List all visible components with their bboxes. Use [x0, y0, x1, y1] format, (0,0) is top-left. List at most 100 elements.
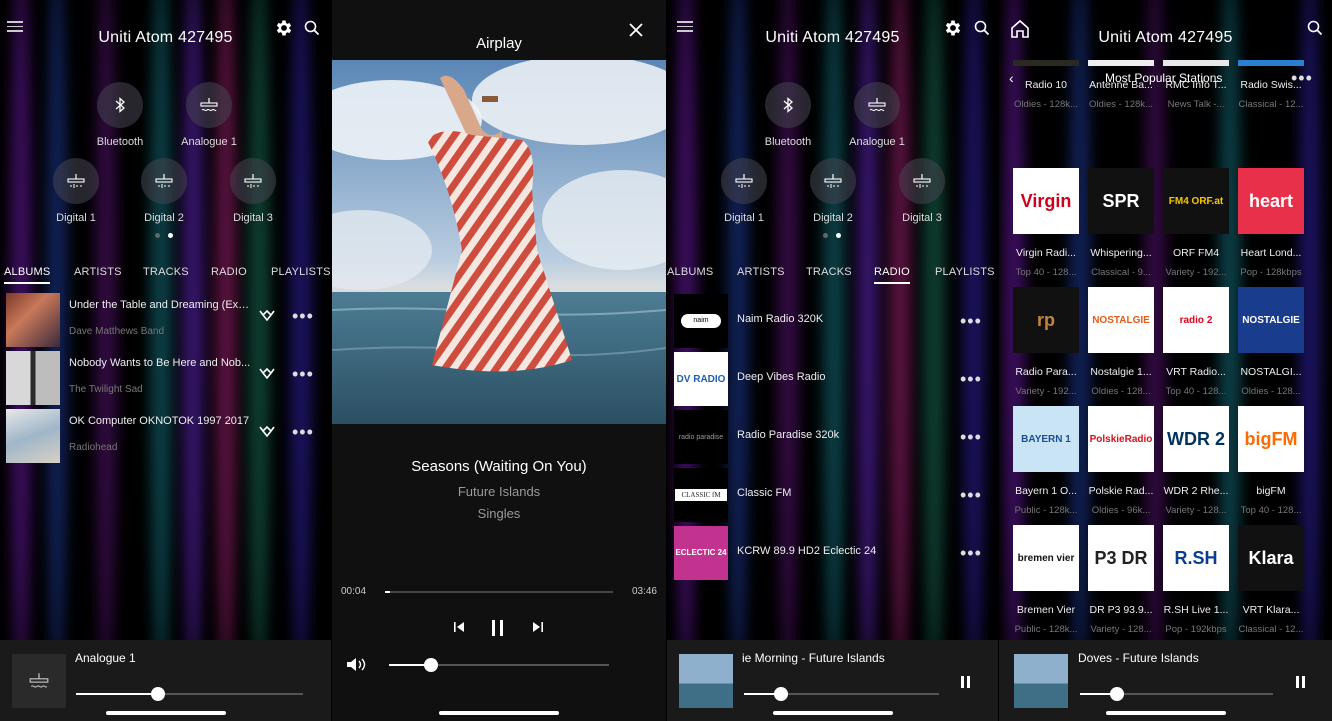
- station-genre: Oldies - 96k...: [1091, 505, 1151, 516]
- search-icon[interactable]: [974, 20, 990, 36]
- station-genre: Classical - 12...: [1238, 624, 1304, 635]
- more-options-icon[interactable]: •••: [960, 544, 982, 562]
- station-tile[interactable]: P3 DR DR P3 93.9... Variety - 128...: [1088, 525, 1154, 635]
- source-label: Digital 3: [902, 212, 942, 224]
- station-logo: bremen vier: [1013, 525, 1079, 591]
- source-analogue-1[interactable]: Analogue 1: [837, 82, 917, 148]
- next-icon[interactable]: [532, 621, 544, 633]
- station-tile[interactable]: bigFM bigFM Top 40 - 128...: [1238, 406, 1304, 516]
- tab-playlists[interactable]: PLAYLISTS: [271, 266, 331, 278]
- radio-grid-panel: Uniti Atom 427495 Radio 10 Oldies - 128k.…: [999, 0, 1332, 721]
- station-name: Bayern 1 O...: [1015, 485, 1077, 497]
- search-icon[interactable]: [1307, 20, 1323, 36]
- pause-icon[interactable]: [1296, 676, 1306, 688]
- previous-icon[interactable]: [453, 621, 465, 633]
- hires-icon: [259, 425, 275, 437]
- source-digital-2[interactable]: Digital 2: [793, 158, 873, 224]
- source-bluetooth[interactable]: Bluetooth: [748, 82, 828, 148]
- source-label: Digital 2: [813, 212, 853, 224]
- album-row[interactable]: Nobody Wants to Be Here and Nob... The T…: [0, 351, 331, 407]
- hires-icon: [259, 309, 275, 321]
- volume-slider[interactable]: [744, 687, 939, 701]
- more-options-icon[interactable]: •••: [960, 428, 982, 446]
- more-options-icon[interactable]: •••: [292, 365, 314, 383]
- gear-icon[interactable]: [943, 18, 963, 38]
- airplay-panel: Airplay Seasons (Waiting On You) Future …: [332, 0, 666, 721]
- more-options-icon[interactable]: •••: [960, 370, 982, 388]
- source-bluetooth[interactable]: Bluetooth: [80, 82, 160, 148]
- station-tile[interactable]: SPR Whispering... Classical - 9...: [1088, 168, 1154, 278]
- source-digital-2[interactable]: Digital 2: [124, 158, 204, 224]
- station-tile[interactable]: R.SH R.SH Live 1... Pop - 192kbps: [1163, 525, 1229, 635]
- now-playing-bar[interactable]: Doves - Future Islands: [999, 640, 1332, 721]
- tab-tracks[interactable]: TRACKS: [806, 266, 852, 278]
- now-playing-bar[interactable]: ie Morning - Future Islands: [667, 640, 998, 721]
- station-tile[interactable]: PolskieRadio Polskie Rad... Oldies - 96k..…: [1088, 406, 1154, 516]
- more-options-icon[interactable]: •••: [292, 307, 314, 325]
- station-tile[interactable]: heart Heart Lond... Pop - 128kbps: [1238, 168, 1304, 278]
- source-digital-1[interactable]: Digital 1: [36, 158, 116, 224]
- station-logo: FM4 ORF.at: [1163, 168, 1229, 234]
- source-digital-3[interactable]: Digital 3: [213, 158, 293, 224]
- back-icon[interactable]: ‹: [1009, 70, 1014, 86]
- station-tile[interactable]: WDR 2 WDR 2 Rhe... Variety - 128...: [1163, 406, 1229, 516]
- radio-station-row[interactable]: naim records Naim Radio 320K •••: [667, 294, 998, 348]
- close-icon[interactable]: [628, 22, 644, 38]
- radio-station-row[interactable]: CLASSIC fM Classic FM •••: [667, 468, 998, 522]
- radio-station-row[interactable]: radio paradise Radio Paradise 320k •••: [667, 410, 998, 464]
- tab-albums[interactable]: ALBUMS: [667, 266, 713, 278]
- station-tile[interactable]: RMC Info T... News Talk -...: [1163, 60, 1229, 110]
- pause-icon[interactable]: [492, 620, 505, 636]
- station-tile[interactable]: FM4 ORF.at ORF FM4 Variety - 192...: [1163, 168, 1229, 278]
- album-row[interactable]: Under the Table and Dreaming (Exp... Dav…: [0, 293, 331, 349]
- source-digital-1[interactable]: Digital 1: [704, 158, 784, 224]
- station-genre: Variety - 192...: [1015, 386, 1077, 397]
- gear-icon[interactable]: [274, 18, 294, 38]
- station-tile[interactable]: Radio 10 Oldies - 128k...: [1013, 60, 1079, 110]
- more-options-icon[interactable]: •••: [960, 312, 982, 330]
- tab-tracks[interactable]: TRACKS: [143, 266, 189, 278]
- station-tile[interactable]: NOSTALGIE Nostalgie 1... Oldies - 128...: [1088, 287, 1154, 397]
- tab-radio[interactable]: RADIO: [874, 266, 910, 284]
- page-indicator: [155, 233, 173, 238]
- pause-icon[interactable]: [961, 676, 971, 688]
- track-album: Singles: [477, 506, 521, 521]
- header: Uniti Atom 427495: [0, 0, 331, 78]
- tab-artists[interactable]: ARTISTS: [74, 266, 122, 278]
- tab-playlists[interactable]: PLAYLISTS: [935, 266, 995, 278]
- station-logo: NOSTALGIE: [1238, 287, 1304, 353]
- tab-artists[interactable]: ARTISTS: [737, 266, 785, 278]
- more-options-icon[interactable]: •••: [960, 486, 982, 504]
- tab-radio[interactable]: RADIO: [211, 266, 247, 278]
- station-tile[interactable]: bremen vier Bremen Vier Public - 128k...: [1013, 525, 1079, 635]
- now-playing-art: [1014, 654, 1068, 708]
- station-tile[interactable]: radio 2 VRT Radio... Top 40 - 128...: [1163, 287, 1229, 397]
- digital-input-icon: [53, 158, 99, 204]
- volume-slider[interactable]: [1080, 687, 1273, 701]
- station-tile[interactable]: Virgin Virgin Radi... Top 40 - 128...: [1013, 168, 1079, 278]
- station-name: NOSTALGI...: [1240, 366, 1302, 378]
- station-tile[interactable]: NOSTALGIE NOSTALGI... Oldies - 128...: [1238, 287, 1304, 397]
- station-logo: ECLECTIC 24: [674, 526, 728, 580]
- station-tile[interactable]: Antenne Ba... Oldies - 128k...: [1088, 60, 1154, 110]
- search-icon[interactable]: [304, 20, 320, 36]
- volume-slider[interactable]: [389, 658, 609, 672]
- volume-slider[interactable]: [76, 687, 303, 701]
- radio-station-row[interactable]: DV RADIO Deep Vibes Radio •••: [667, 352, 998, 406]
- more-options-icon[interactable]: •••: [292, 423, 314, 441]
- source-analogue-1[interactable]: Analogue 1: [169, 82, 249, 148]
- radio-station-row[interactable]: ECLECTIC 24 KCRW 89.9 HD2 Eclectic 24 ••…: [667, 526, 998, 580]
- station-tile[interactable]: BAYERN 1 Bayern 1 O... Public - 128k...: [1013, 406, 1079, 516]
- more-options-icon[interactable]: •••: [1291, 69, 1313, 87]
- analogue-input-icon: [186, 82, 232, 128]
- now-playing-bar[interactable]: Analogue 1: [0, 640, 331, 721]
- station-tile[interactable]: Klara VRT Klara... Classical - 12...: [1238, 525, 1304, 635]
- station-genre: Variety - 128...: [1090, 624, 1152, 635]
- analogue-input-icon: [854, 82, 900, 128]
- album-row[interactable]: OK Computer OKNOTOK 1997 2017 Radiohead …: [0, 409, 331, 465]
- progress-bar[interactable]: [385, 591, 613, 593]
- station-tile[interactable]: rp Radio Para... Variety - 192...: [1013, 287, 1079, 397]
- tab-albums[interactable]: ALBUMS: [4, 266, 51, 284]
- source-digital-3[interactable]: Digital 3: [882, 158, 962, 224]
- analogue-input-icon: [12, 654, 66, 708]
